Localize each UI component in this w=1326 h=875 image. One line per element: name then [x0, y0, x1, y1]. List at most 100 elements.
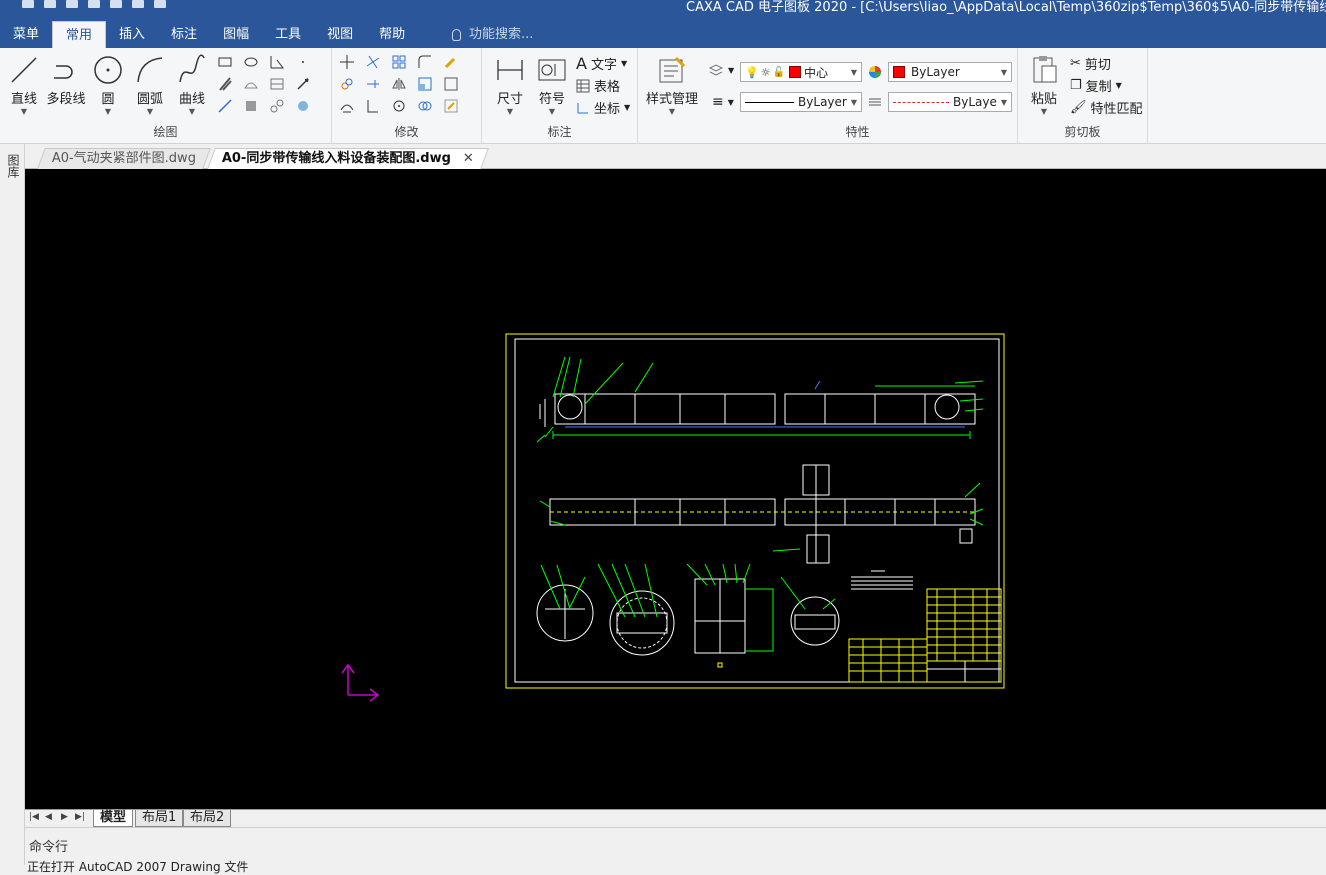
modify-group: 修改: [332, 48, 482, 144]
copy-icon: ❐: [1070, 78, 1082, 93]
array-icon[interactable]: [388, 52, 410, 72]
rotate-icon[interactable]: [388, 96, 410, 116]
arc-icon: [137, 57, 163, 83]
open-file-icon[interactable]: [44, 0, 56, 8]
tab-annotate[interactable]: 标注: [158, 21, 210, 48]
clipboard-group-label: 剪切板: [1064, 125, 1101, 139]
hatch-icon[interactable]: [240, 74, 262, 94]
spline-icon[interactable]: [266, 96, 288, 116]
title-bar: CAXA CAD 电子图板 2020 - [C:\Users\liao_\App…: [0, 0, 1326, 48]
polyline-button[interactable]: 多段线: [46, 54, 86, 108]
curve-icon: [179, 54, 205, 83]
copy-button[interactable]: ❐ 复制 ▼: [1070, 76, 1122, 95]
parallel-line-icon[interactable]: [214, 74, 236, 94]
coordinate-button[interactable]: 坐标 ▼: [576, 98, 630, 117]
layout-tab-layout1[interactable]: 布局1: [135, 810, 184, 827]
block-icon[interactable]: [266, 74, 288, 94]
edit-icon[interactable]: [440, 96, 462, 116]
layer-manager-icon[interactable]: [708, 62, 724, 78]
style-manager-button[interactable]: 样式管理 ▼: [644, 54, 700, 116]
match-properties-icon: 🖌: [1070, 100, 1087, 115]
drawing-frame: [505, 333, 1005, 689]
new-file-icon[interactable]: [22, 0, 34, 8]
mirror-icon[interactable]: [388, 74, 410, 94]
coordinate-icon: [577, 102, 588, 113]
layer-dropdown[interactable]: 💡 ☼ 🔓 中心 ▼: [740, 62, 862, 82]
line-icon: [11, 57, 37, 83]
layout-tab-layout2[interactable]: 布局2: [183, 810, 232, 827]
dimension-button[interactable]: 尺寸 ▼: [490, 54, 530, 116]
tab-insert[interactable]: 插入: [106, 21, 158, 48]
symbol-icon: [538, 59, 566, 81]
feature-search-placeholder: 功能搜索...: [469, 27, 534, 42]
print-icon[interactable]: [110, 0, 122, 8]
arc-button[interactable]: 圆弧 ▼: [130, 54, 170, 116]
title-block: [848, 588, 1002, 683]
doc-tab-1[interactable]: A0-气动夹紧部件图.dwg: [37, 148, 211, 169]
last-layout-icon[interactable]: ▶|: [75, 812, 85, 822]
lineweight-dropdown[interactable]: ByLaye ▼: [888, 92, 1012, 112]
fillet-icon[interactable]: [414, 52, 436, 72]
next-layout-icon[interactable]: ▶: [61, 812, 68, 822]
move-icon[interactable]: [336, 52, 358, 72]
offset-icon[interactable]: [336, 96, 358, 116]
circle-icon: [94, 56, 122, 84]
tab-sheet[interactable]: 图幅: [210, 21, 262, 48]
library-label[interactable]: 图库: [5, 154, 20, 178]
color-dropdown[interactable]: ByLayer ▼: [888, 62, 1012, 82]
line-button[interactable]: 直线 ▼: [4, 54, 44, 116]
document-tabs: A0-气动夹紧部件图.dwg A0-同步带传输线入料设备装配图.dwg ✕: [25, 147, 1326, 169]
library-strip: 图库: [0, 144, 25, 865]
feature-search[interactable]: 功能搜索...: [452, 21, 533, 48]
symbol-button[interactable]: 符号 ▼: [532, 54, 572, 116]
construction-line-icon[interactable]: [214, 96, 236, 116]
ellipse-icon[interactable]: [240, 52, 262, 72]
paste-button[interactable]: 粘贴 ▼: [1024, 54, 1064, 116]
command-output: 正在打开 AutoCAD 2007 Drawing 文件: [27, 860, 249, 874]
doc-tab-2[interactable]: A0-同步带传输线入料设备装配图.dwg ✕: [207, 148, 489, 169]
rectangle-icon[interactable]: [214, 52, 236, 72]
save-as-icon[interactable]: [88, 0, 100, 8]
technical-notes: [851, 570, 913, 590]
tab-tools[interactable]: 工具: [262, 21, 314, 48]
tab-help[interactable]: 帮助: [366, 21, 418, 48]
cut-button[interactable]: ✂ 剪切: [1070, 54, 1111, 73]
redo-icon[interactable]: [154, 0, 166, 8]
close-icon[interactable]: ✕: [463, 149, 474, 169]
drawing-canvas[interactable]: [25, 169, 1326, 809]
region-icon[interactable]: [240, 96, 262, 116]
point-icon[interactable]: [292, 52, 314, 72]
extend-icon[interactable]: [362, 74, 384, 94]
copy-object-icon[interactable]: [336, 74, 358, 94]
color-wheel-icon[interactable]: [868, 65, 882, 79]
scale-icon[interactable]: [414, 74, 436, 94]
linetype-dropdown[interactable]: ByLayer ▼: [740, 92, 862, 112]
trim-icon[interactable]: [362, 52, 384, 72]
prev-layout-icon[interactable]: ◀: [45, 812, 52, 822]
tab-common[interactable]: 常用: [52, 21, 107, 48]
tab-menu[interactable]: 菜单: [0, 21, 52, 48]
draw-group-label: 绘图: [153, 125, 178, 139]
layout-tab-model[interactable]: 模型: [93, 810, 134, 827]
linestyle-tools: ≡ ▼: [712, 94, 734, 110]
save-icon[interactable]: [66, 0, 78, 8]
text-button[interactable]: A 文字 ▼: [576, 54, 627, 73]
leader-icon[interactable]: [292, 74, 314, 94]
first-layout-icon[interactable]: |◀: [29, 812, 39, 822]
modify-small-tools: [336, 52, 466, 118]
fill-icon[interactable]: [292, 96, 314, 116]
circle-button[interactable]: 圆 ▼: [88, 54, 128, 116]
undo-icon[interactable]: [132, 0, 144, 8]
conveyor-front-view: [539, 464, 984, 564]
break-icon[interactable]: [414, 96, 436, 116]
brush-icon[interactable]: [440, 52, 462, 72]
centerline-icon[interactable]: [266, 52, 288, 72]
tab-view[interactable]: 视图: [314, 21, 366, 48]
lineweight-settings-icon[interactable]: [868, 97, 882, 107]
table-button[interactable]: 表格: [576, 76, 620, 95]
explode-icon[interactable]: [440, 74, 462, 94]
stretch-icon[interactable]: [362, 96, 384, 116]
curve-button[interactable]: 曲线 ▼: [172, 54, 212, 116]
lineweight-icon[interactable]: ≡: [712, 94, 724, 110]
match-properties-button[interactable]: 🖌 特性匹配: [1070, 98, 1143, 117]
